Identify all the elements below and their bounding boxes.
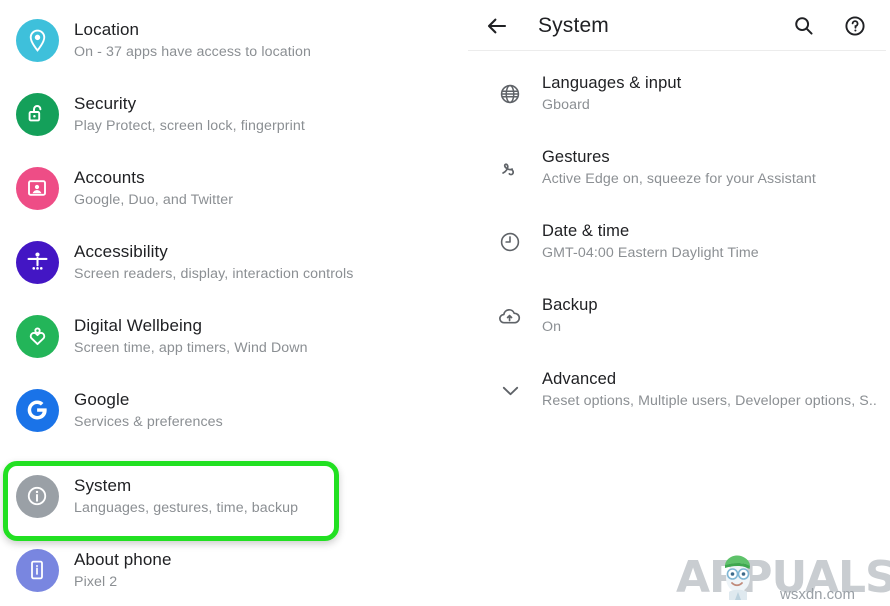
system-row-backup[interactable]: Backup On bbox=[462, 279, 890, 353]
row-subtitle: On bbox=[542, 319, 562, 335]
row-title: Languages & input bbox=[542, 74, 682, 92]
row-title: About phone bbox=[74, 549, 172, 569]
row-title: System bbox=[74, 475, 132, 495]
heart-person-icon bbox=[10, 313, 64, 359]
row-subtitle: Google, Duo, and Twitter bbox=[74, 191, 234, 208]
row-title: Digital Wellbeing bbox=[74, 315, 203, 335]
settings-row-about-phone[interactable]: About phone Pixel 2 bbox=[0, 535, 462, 605]
help-circle-icon[interactable] bbox=[840, 11, 870, 41]
row-subtitle: Play Protect, screen lock, fingerprint bbox=[74, 117, 305, 134]
gesture-swirl-icon bbox=[482, 148, 538, 188]
row-subtitle: Gboard bbox=[542, 97, 590, 113]
chevron-down-icon[interactable] bbox=[482, 370, 538, 410]
unlocked-padlock-icon bbox=[10, 91, 64, 137]
phone-info-icon bbox=[10, 547, 64, 593]
row-subtitle: GMT-04:00 Eastern Daylight Time bbox=[542, 245, 759, 261]
search-icon[interactable] bbox=[788, 11, 818, 41]
row-title: Backup bbox=[542, 296, 598, 314]
settings-row-system[interactable]: System Languages, gestures, time, backup bbox=[0, 461, 462, 531]
row-subtitle: Pixel 2 bbox=[74, 573, 118, 590]
system-detail-panel: System Languages & input Gboard Gestures… bbox=[462, 0, 890, 606]
accessibility-person-icon bbox=[10, 239, 64, 285]
settings-row-security[interactable]: Security Play Protect, screen lock, fing… bbox=[0, 79, 462, 149]
row-subtitle: Screen readers, display, interaction con… bbox=[74, 265, 354, 282]
google-g-icon bbox=[10, 387, 64, 433]
row-title: Date & time bbox=[542, 222, 630, 240]
settings-row-digital-wellbeing[interactable]: Digital Wellbeing Screen time, app timer… bbox=[0, 301, 462, 371]
page-title: System bbox=[538, 13, 609, 37]
app-bar-divider bbox=[468, 50, 886, 51]
cloud-upload-icon bbox=[482, 296, 538, 336]
row-subtitle: Active Edge on, squeeze for your Assista… bbox=[542, 171, 816, 187]
row-subtitle: Screen time, app timers, Wind Down bbox=[74, 339, 308, 356]
row-title: Accounts bbox=[74, 167, 145, 187]
app-bar: System bbox=[462, 0, 890, 51]
system-row-languages-input[interactable]: Languages & input Gboard bbox=[462, 57, 890, 131]
row-subtitle: Languages, gestures, time, backup bbox=[74, 499, 299, 516]
row-subtitle: Reset options, Multiple users, Developer… bbox=[542, 393, 877, 409]
row-subtitle: Services & preferences bbox=[74, 413, 223, 430]
row-title: Security bbox=[74, 93, 137, 113]
system-row-date-time[interactable]: Date & time GMT-04:00 Eastern Daylight T… bbox=[462, 205, 890, 279]
row-subtitle: On - 37 apps have access to location bbox=[74, 43, 312, 60]
settings-row-accounts[interactable]: Accounts Google, Duo, and Twitter bbox=[0, 153, 462, 223]
location-pin-icon bbox=[10, 17, 64, 63]
globe-icon bbox=[482, 74, 538, 114]
clock-icon bbox=[482, 222, 538, 262]
row-title: Advanced bbox=[542, 370, 617, 388]
settings-row-accessibility[interactable]: Accessibility Screen readers, display, i… bbox=[0, 227, 462, 297]
row-title: Google bbox=[74, 389, 130, 409]
settings-row-location[interactable]: Location On - 37 apps have access to loc… bbox=[0, 5, 462, 75]
back-arrow-icon[interactable] bbox=[482, 11, 512, 41]
info-circle-icon bbox=[10, 473, 64, 519]
system-row-advanced[interactable]: Advanced Reset options, Multiple users, … bbox=[462, 353, 890, 427]
row-title: Accessibility bbox=[74, 241, 168, 261]
settings-row-google[interactable]: Google Services & preferences bbox=[0, 375, 462, 445]
row-title: Location bbox=[74, 19, 140, 39]
system-row-gestures[interactable]: Gestures Active Edge on, squeeze for you… bbox=[462, 131, 890, 205]
row-title: Gestures bbox=[542, 148, 610, 166]
screenshot-root: Location On - 37 apps have access to loc… bbox=[0, 0, 890, 606]
settings-list-panel: Location On - 37 apps have access to loc… bbox=[0, 0, 462, 606]
account-portrait-icon bbox=[10, 165, 64, 211]
